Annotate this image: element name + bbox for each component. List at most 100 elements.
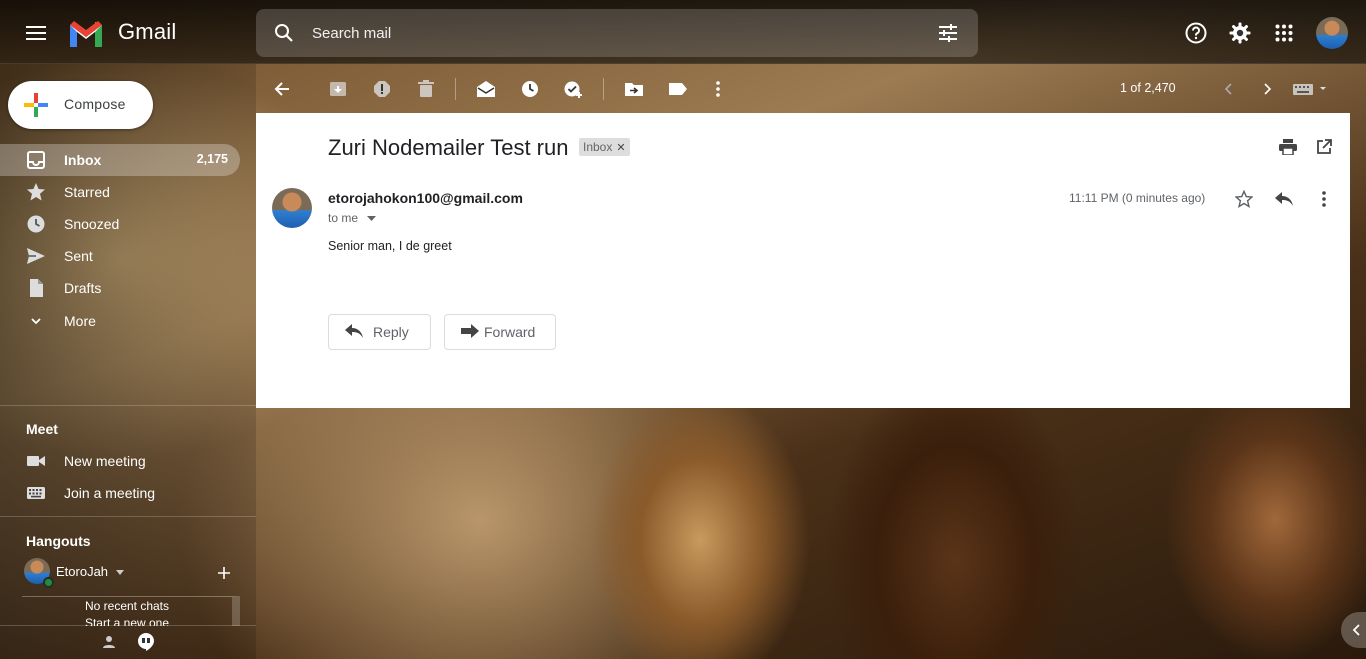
reply-icon [345,324,363,338]
send-icon [26,246,46,266]
sidebar-item-drafts[interactable]: Drafts [0,272,240,304]
labels-button[interactable] [658,69,698,109]
archive-button[interactable] [318,69,358,109]
older-button[interactable] [1248,69,1288,109]
apps-grid-icon [1275,24,1293,42]
sidebar-item-label: More [64,313,96,329]
conversations-tab[interactable] [138,633,154,651]
label-chip-text: Inbox [583,140,613,154]
inbox-icon [26,150,46,170]
search-options-icon[interactable] [938,23,958,43]
more-vertical-icon [716,81,720,97]
contacts-tab[interactable] [102,635,116,649]
move-to-button[interactable] [614,69,654,109]
search-icon[interactable] [274,23,294,43]
new-meeting-label: New meeting [64,453,146,469]
sidebar-item-snoozed[interactable]: Snoozed [0,208,240,240]
main-menu-button[interactable] [16,13,56,53]
sender-email[interactable]: etorojahokon100@gmail.com [328,190,523,206]
draft-icon [26,278,46,298]
caret-down-icon [115,570,124,576]
forward-label: Forward [484,324,536,340]
reply-icon-button[interactable] [1264,179,1304,219]
app-name: Gmail [118,19,177,44]
hangouts-user-name: EtoroJah [56,564,109,579]
reply-icon [1275,192,1293,206]
gmail-logo-icon [70,21,102,47]
mark-unread-button[interactable] [466,69,506,109]
new-conversation-button[interactable] [204,553,244,593]
sidebar-item-more[interactable]: More [0,305,240,337]
print-all-button[interactable] [1268,127,1308,167]
sidebar-item-label: Inbox [64,152,102,168]
hangouts-section-title: Hangouts [26,533,91,549]
hangouts-icon [138,633,154,651]
trash-icon [418,80,434,97]
chevron-left-icon [1224,83,1232,95]
chevron-right-icon [1264,83,1272,95]
keyboard-icon [26,483,46,503]
report-spam-button[interactable] [362,69,402,109]
sidebar-item-starred[interactable]: Starred [0,176,240,208]
snooze-button[interactable] [510,69,550,109]
settings-button[interactable] [1220,13,1260,53]
chevron-down-icon [26,311,46,331]
chevron-left-icon [1352,624,1360,636]
online-status-indicator [43,577,54,588]
reply-button[interactable]: Reply [328,314,431,350]
sidebar-item-label: Starred [64,184,110,200]
account-avatar[interactable] [1316,17,1348,49]
sidebar-item-inbox[interactable]: Inbox 2,175 [0,144,240,176]
spam-icon [374,81,390,97]
search-bar[interactable] [256,9,978,57]
arrow-left-icon [274,82,289,96]
label-icon [669,83,687,95]
back-button[interactable] [262,69,302,109]
hangouts-user-menu[interactable]: EtoroJah [56,564,124,579]
apps-button[interactable] [1264,13,1304,53]
toolbar-divider [603,78,604,100]
sidebar-item-sent[interactable]: Sent [0,240,240,272]
external-link-icon [1317,139,1332,154]
new-meeting-link[interactable]: New meeting [0,445,240,477]
join-meeting-label: Join a meeting [64,485,156,501]
caret-down-icon [367,216,377,222]
delete-button[interactable] [406,69,446,109]
gmail-logo[interactable] [68,20,104,47]
forward-icon [461,324,479,338]
email-view: Zuri Nodemailer Test run Inbox ✕ etoroja… [256,113,1350,408]
email-subject: Zuri Nodemailer Test run [328,135,569,160]
pagination-count: 1 of 2,470 [1120,81,1176,95]
message-more-button[interactable] [1304,179,1344,219]
recent-chats-list: No recent chats Start a new one [22,596,240,626]
search-input[interactable] [312,9,912,57]
support-button[interactable] [1176,13,1216,53]
plus-icon [218,567,230,579]
side-panel-toggle[interactable] [1341,612,1366,648]
star-message-button[interactable] [1224,179,1264,219]
person-icon [103,636,115,648]
compose-button[interactable]: Compose [8,81,153,129]
recipient-details[interactable]: to me [328,211,377,225]
sidebar-divider [0,625,256,626]
join-meeting-link[interactable]: Join a meeting [0,477,240,509]
star-outline-icon [1235,190,1253,208]
sidebar-divider [0,405,256,406]
forward-button[interactable]: Forward [444,314,556,350]
meet-section-title: Meet [26,421,58,437]
compose-plus-icon [24,93,48,117]
sidebar-item-label: Sent [64,248,93,264]
star-icon [26,182,46,202]
remove-label-icon[interactable]: ✕ [616,141,625,154]
email-timestamp: 11:11 PM (0 minutes ago) [1069,191,1206,205]
add-to-tasks-button[interactable] [554,69,594,109]
input-tools-button[interactable] [1292,82,1330,96]
sidebar-item-label: Snoozed [64,216,120,232]
open-new-window-button[interactable] [1304,127,1344,167]
more-actions-button[interactable] [698,69,738,109]
email-body: Senior man, I de greet [328,239,452,253]
mark-unread-icon [477,81,495,97]
newer-button[interactable] [1208,69,1248,109]
add-task-icon [564,81,582,98]
sender-avatar[interactable] [272,188,312,228]
